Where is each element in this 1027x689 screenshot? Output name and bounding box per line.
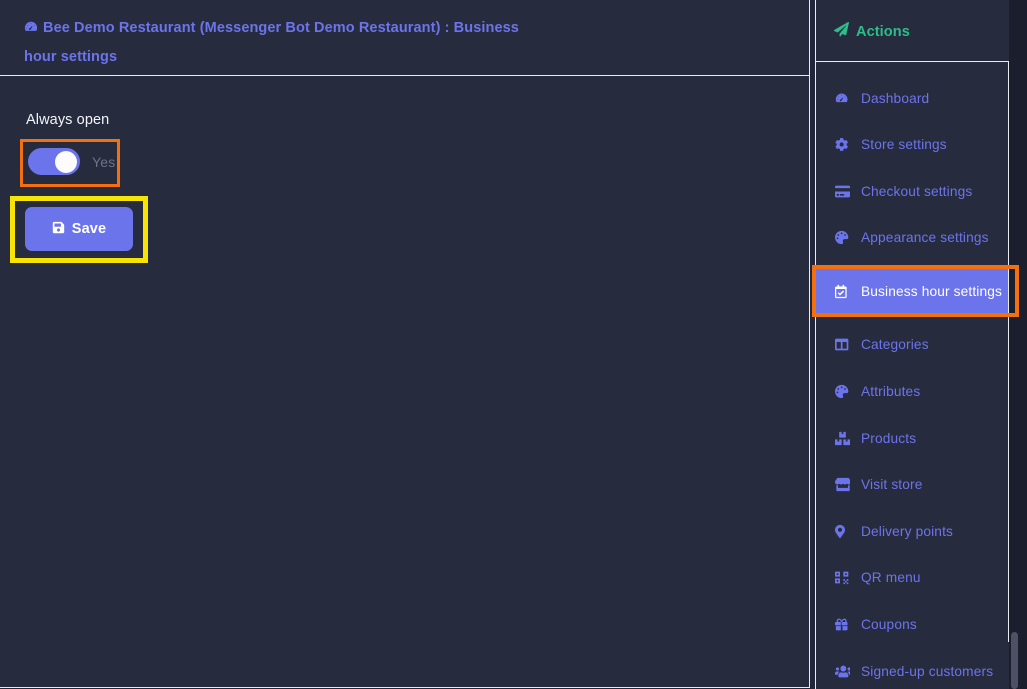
sidebar-item-label: Delivery points — [861, 523, 954, 539]
sidebar-item-label: Checkout settings — [861, 183, 973, 199]
sidebar-item-qr-menu[interactable]: QR menu — [818, 563, 1007, 593]
page-scrollbar-track[interactable] — [1009, 0, 1027, 689]
always-open-toggle[interactable] — [28, 148, 80, 175]
save-button-label: Save — [71, 221, 107, 237]
sidebar-item-label: Business hour settings — [861, 283, 1003, 299]
save-button[interactable]: Save — [25, 207, 133, 251]
credit-card-icon — [835, 184, 852, 199]
actions-sidebar: Actions Dashboard Store settings Checkout … — [815, 0, 1010, 689]
card-header: Bee Demo Restaurant (Messenger Bot Demo … — [0, 0, 809, 76]
sidebar-header-inner: Actions — [833, 22, 910, 41]
sidebar-item-label: Attributes — [861, 384, 921, 400]
sidebar-item-categories[interactable]: Categories — [818, 330, 1007, 360]
gear-icon — [835, 137, 852, 152]
store-icon — [835, 477, 852, 492]
sidebar-item-label: Store settings — [861, 137, 947, 153]
sidebar-item-attributes[interactable]: Attributes — [818, 377, 1007, 407]
sidebar-item-signed-up-customers[interactable]: Signed-up customers — [818, 656, 1007, 686]
sidebar-item-label: Products — [861, 430, 917, 446]
palette-icon — [835, 230, 852, 245]
boxes-icon — [835, 431, 852, 446]
page-title-text: Bee Demo Restaurant (Messenger Bot Demo … — [24, 20, 519, 65]
paper-plane-icon — [833, 22, 849, 41]
map-marker-icon — [835, 524, 852, 539]
sidebar-nav-list: Dashboard Store settings Checkout settings… — [816, 62, 1009, 689]
sidebar-item-visit-store[interactable]: Visit store — [818, 470, 1007, 500]
sidebar-item-products[interactable]: Products — [818, 423, 1007, 453]
sidebar-item-label: QR menu — [861, 570, 921, 586]
sidebar-item-coupons[interactable]: Coupons — [818, 610, 1007, 640]
qrcode-icon — [835, 570, 852, 585]
sidebar-item-delivery-points[interactable]: Delivery points — [818, 516, 1007, 546]
sidebar-item-label: Dashboard — [861, 90, 930, 106]
columns-icon — [835, 337, 852, 352]
sidebar-item-label: Appearance settings — [861, 230, 989, 246]
save-floppy-icon — [52, 221, 65, 238]
sidebar-item-store-settings[interactable]: Store settings — [818, 130, 1007, 160]
sidebar-item-appearance-settings[interactable]: Appearance settings — [818, 223, 1007, 253]
app-root: Bee Demo Restaurant (Messenger Bot Demo … — [0, 0, 1027, 689]
sidebar-header-label: Actions — [856, 23, 910, 40]
sidebar-header: Actions — [815, 0, 1010, 62]
page-title: Bee Demo Restaurant (Messenger Bot Demo … — [24, 15, 524, 71]
sidebar-item-label: Coupons — [861, 617, 917, 633]
settings-card: Bee Demo Restaurant (Messenger Bot Demo … — [0, 0, 810, 688]
sidebar-item-dashboard[interactable]: Dashboard — [818, 83, 1007, 113]
sidebar-item-checkout-settings[interactable]: Checkout settings — [818, 176, 1007, 206]
always-open-label: Always open — [26, 112, 110, 128]
sidebar-body: Dashboard Store settings Checkout settings… — [815, 62, 1010, 689]
toggle-knob — [55, 150, 77, 173]
sidebar-item-label: Signed-up customers — [861, 663, 994, 679]
calendar-check-icon — [835, 284, 852, 299]
tachometer-icon — [835, 91, 852, 106]
dashboard-icon — [24, 17, 38, 44]
users-icon — [835, 664, 852, 679]
sidebar-item-business-hour-settings[interactable]: Business hour settings — [816, 269, 1009, 314]
gift-icon — [835, 617, 852, 632]
sidebar-item-label: Visit store — [861, 477, 923, 493]
main-content-column: Bee Demo Restaurant (Messenger Bot Demo … — [0, 0, 811, 689]
card-body: Always open Yes Save — [0, 77, 809, 687]
sidebar-item-label: Categories — [861, 337, 929, 353]
always-open-toggle-group: Yes — [28, 148, 115, 175]
page-scrollbar-thumb[interactable] — [1011, 632, 1018, 689]
palette-icon — [835, 384, 852, 399]
toggle-state-label: Yes — [92, 153, 116, 170]
